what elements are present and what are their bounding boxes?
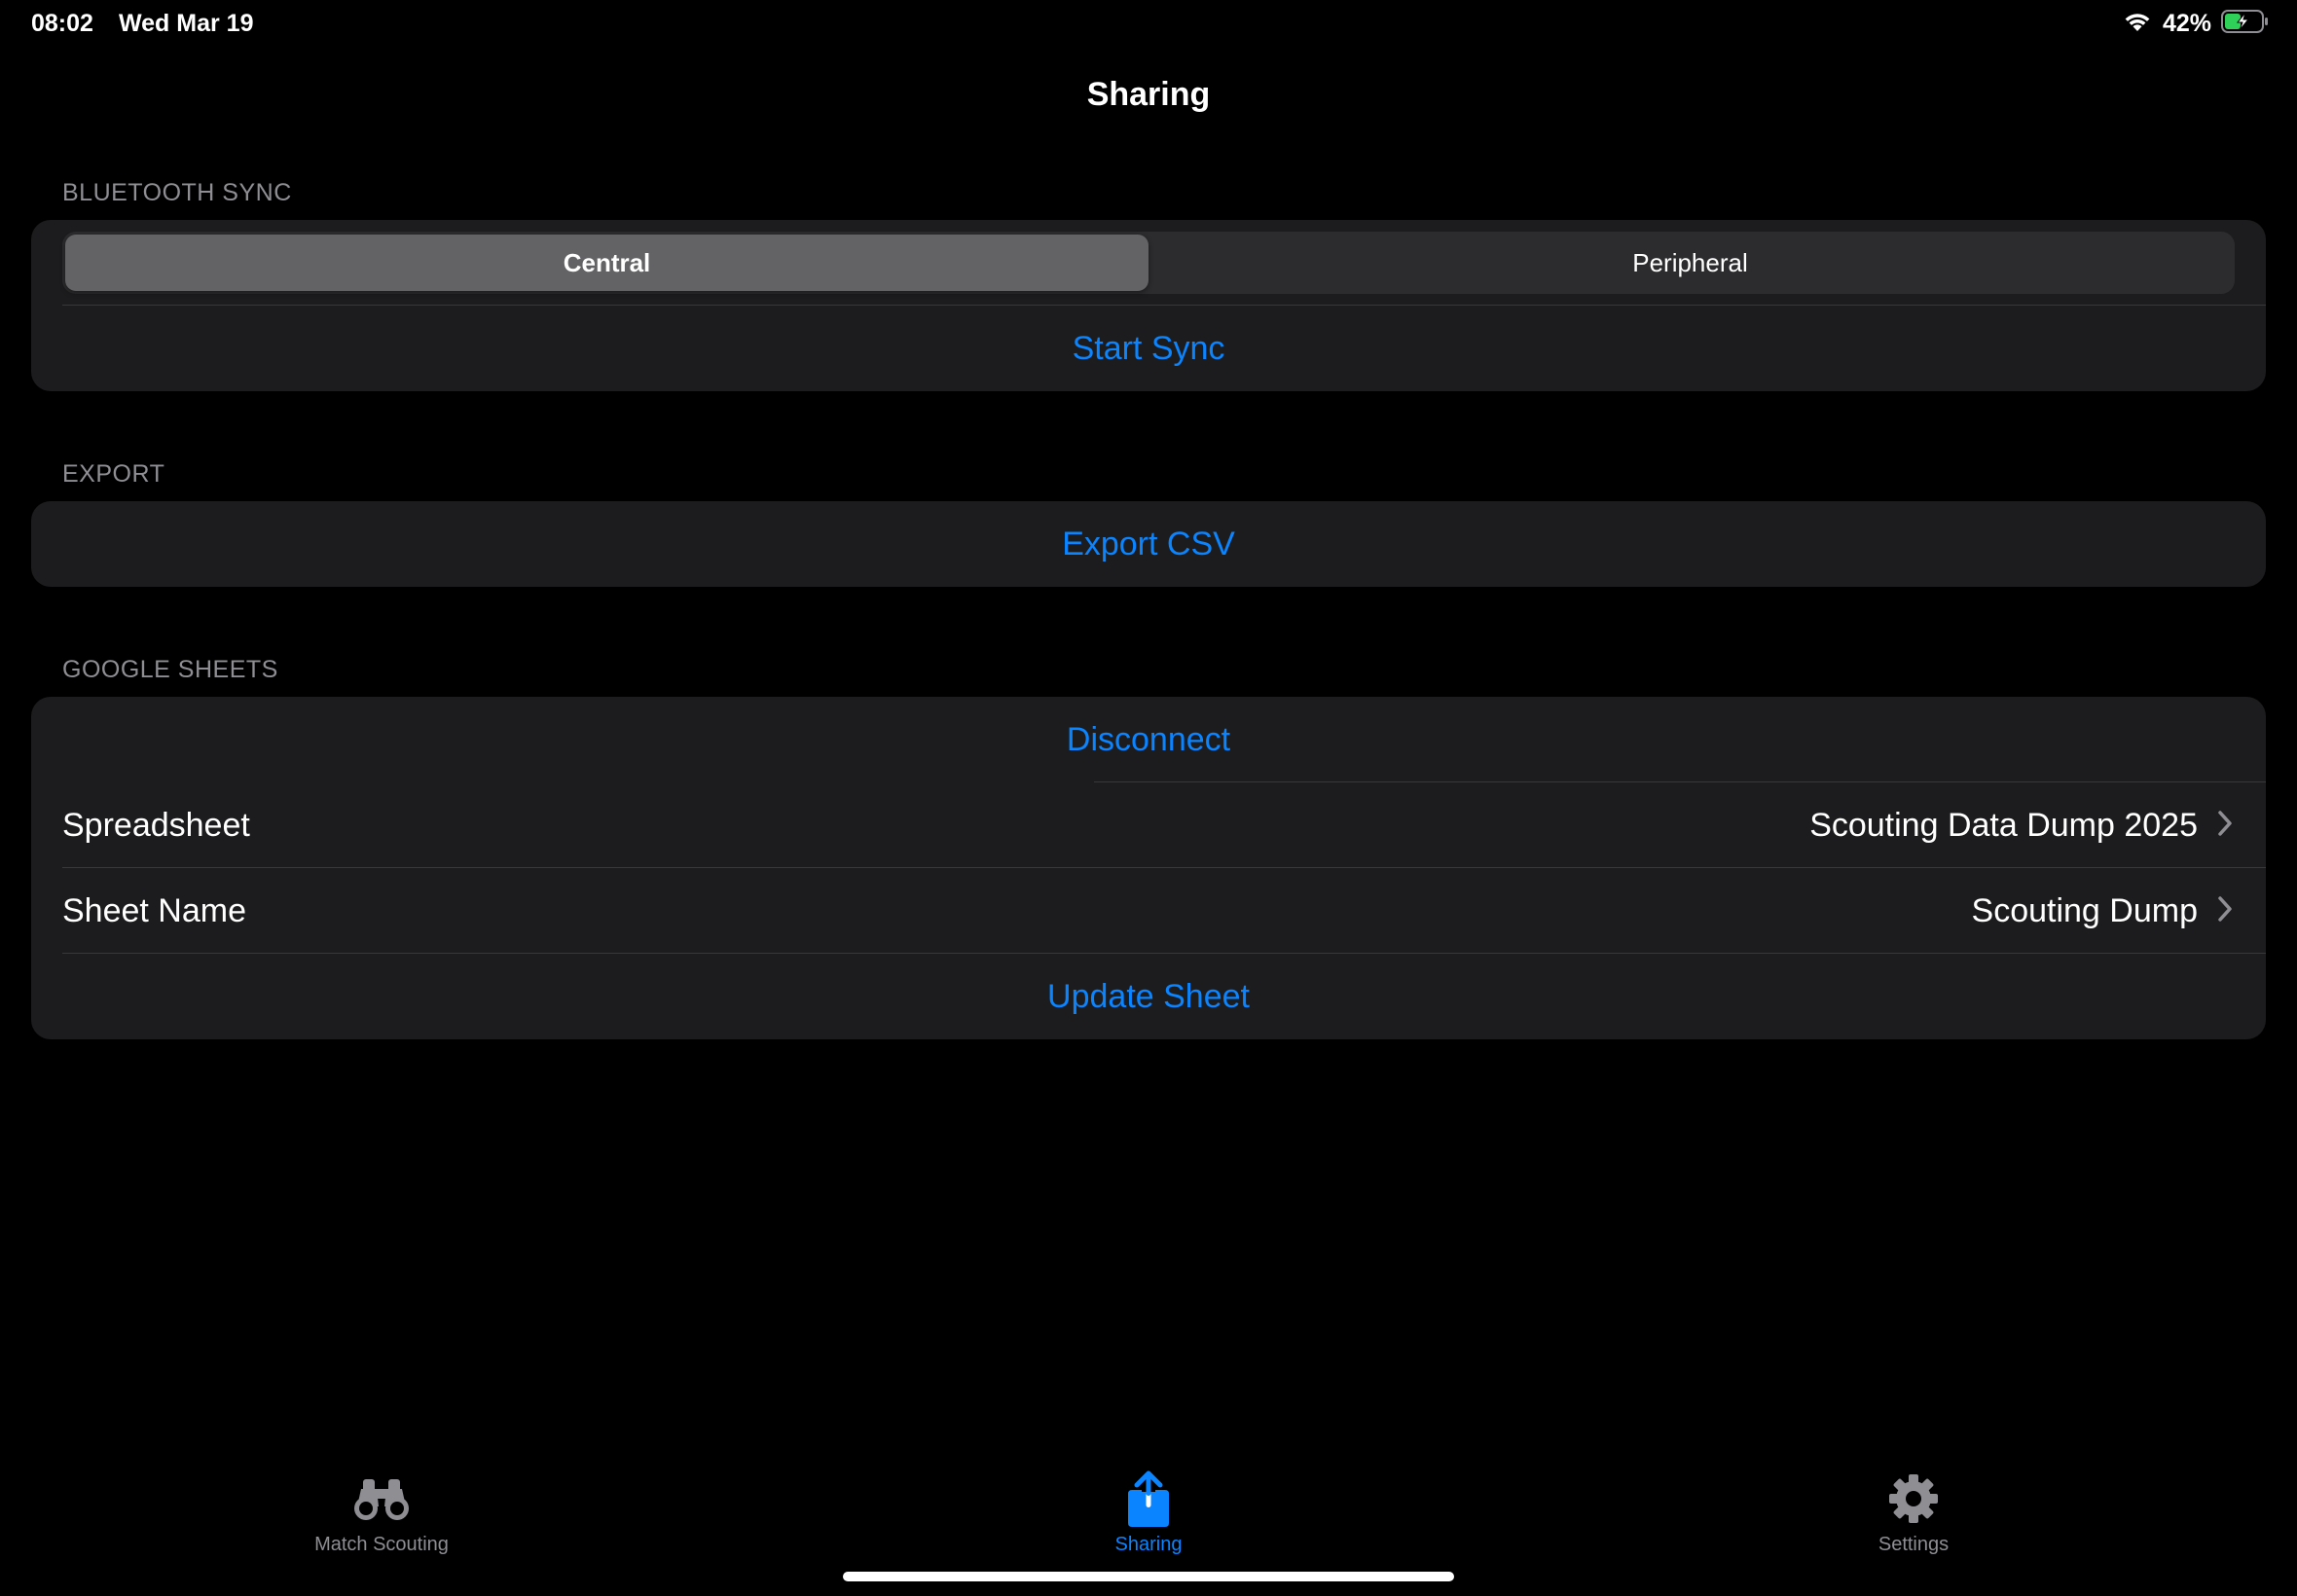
disconnect-button[interactable]: Disconnect xyxy=(31,697,2266,782)
gear-icon xyxy=(1881,1469,1946,1528)
status-right: 42% xyxy=(2122,8,2270,39)
share-icon xyxy=(1116,1469,1181,1528)
section-header-google-sheets: GOOGLE SHEETS xyxy=(62,656,278,683)
status-time: 08:02 xyxy=(31,10,93,37)
tab-label: Settings xyxy=(1878,1534,1950,1555)
status-date: Wed Mar 19 xyxy=(119,10,254,37)
sharing-screen: 08:02 Wed Mar 19 42% Sharing BLUETOOTH S… xyxy=(0,0,2297,1596)
chevron-right-icon xyxy=(2215,894,2235,928)
page-title: Sharing xyxy=(1086,76,1211,113)
update-sheet-button[interactable]: Update Sheet xyxy=(31,954,2266,1039)
sheet-name-nav-row[interactable]: Sheet Name Scouting Dump xyxy=(31,868,2266,954)
start-sync-row: Start Sync xyxy=(31,306,2266,391)
wifi-icon xyxy=(2122,10,2153,38)
google-sheets-group: Disconnect Spreadsheet Scouting Data Dum… xyxy=(31,697,2266,1039)
tab-sharing[interactable]: Sharing xyxy=(1003,1469,1294,1556)
status-bar: 08:02 Wed Mar 19 42% xyxy=(0,0,2297,47)
section-header-export: EXPORT xyxy=(62,460,165,488)
sheet-name-row[interactable]: Sheet Name Scouting Dump xyxy=(31,868,2266,954)
section-header-bluetooth: BLUETOOTH SYNC xyxy=(62,179,292,206)
chevron-right-icon xyxy=(2215,809,2235,843)
home-indicator[interactable] xyxy=(843,1572,1454,1581)
segment-central[interactable]: Central xyxy=(65,235,1148,291)
battery-percentage: 42% xyxy=(2162,9,2211,37)
spreadsheet-label: Spreadsheet xyxy=(62,806,250,844)
sync-mode-segmented-control: Central Peripheral xyxy=(62,232,2235,294)
binoculars-icon xyxy=(349,1469,414,1528)
spreadsheet-row[interactable]: Spreadsheet Scouting Data Dump 2025 xyxy=(31,782,2266,868)
bluetooth-sync-group: Central Peripheral Start Sync xyxy=(31,220,2266,391)
spreadsheet-value: Scouting Data Dump 2025 xyxy=(1809,806,2198,844)
export-csv-row: Export CSV xyxy=(31,501,2266,587)
tab-label: Match Scouting xyxy=(314,1534,449,1555)
start-sync-button[interactable]: Start Sync xyxy=(31,306,2266,391)
spreadsheet-nav-row[interactable]: Spreadsheet Scouting Data Dump 2025 xyxy=(31,782,2266,868)
battery-charging-icon xyxy=(2221,9,2270,39)
disconnect-row: Disconnect xyxy=(31,697,2266,782)
sheet-name-value: Scouting Dump xyxy=(1971,891,2198,929)
tab-settings[interactable]: Settings xyxy=(1768,1469,2060,1556)
export-csv-button[interactable]: Export CSV xyxy=(31,501,2266,587)
update-sheet-row: Update Sheet xyxy=(31,954,2266,1039)
sync-mode-row: Central Peripheral xyxy=(31,220,2266,306)
export-group: Export CSV xyxy=(31,501,2266,587)
tab-label: Sharing xyxy=(1114,1534,1183,1555)
sheet-name-label: Sheet Name xyxy=(62,891,246,929)
tab-match-scouting[interactable]: Match Scouting xyxy=(236,1469,528,1556)
segment-peripheral[interactable]: Peripheral xyxy=(1148,235,2232,291)
